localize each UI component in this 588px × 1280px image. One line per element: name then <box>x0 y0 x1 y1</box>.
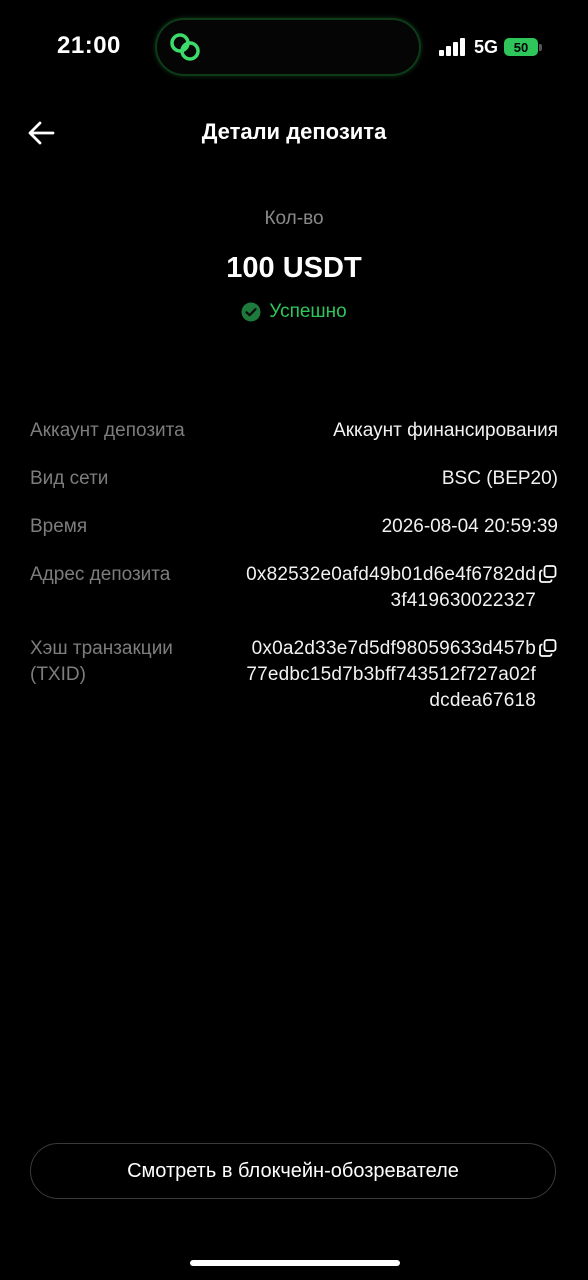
txid-label-line2: (TXID) <box>30 664 86 685</box>
network-value: BSC (BEP20) <box>441 468 558 489</box>
time-value: 2026-08-04 20:59:39 <box>381 516 558 537</box>
detail-row-txid: Хэш транзакции (TXID) 0x0a2d33e7d5df9805… <box>30 636 558 714</box>
detail-row-deposit-account: Аккаунт депозита Аккаунт финансирования <box>30 418 558 444</box>
address-label: Адрес депозита <box>30 564 171 585</box>
page-title: Детали депозита <box>201 119 387 144</box>
header: Детали депозита <box>0 108 588 158</box>
status-badge: Успешно <box>241 301 347 323</box>
status-indicators: 5G 50 <box>438 36 542 58</box>
txid-label-line1: Хэш транзакции <box>30 638 173 659</box>
dynamic-island <box>157 20 419 74</box>
network-label: Вид сети <box>30 468 109 489</box>
check-circle-icon <box>241 302 261 322</box>
battery-level: 50 <box>513 39 529 55</box>
copy-icon[interactable] <box>538 638 558 658</box>
view-in-explorer-button[interactable]: Смотреть в блокчейн-обозревателе <box>30 1143 556 1199</box>
txid-value-container: 0x0a2d33e7d5df98059633d457b77edbc15d7b3b… <box>173 636 558 714</box>
status-bar: 21:00 5G 50 <box>0 0 588 96</box>
txid-label: Хэш транзакции (TXID) <box>30 636 173 688</box>
battery-icon: 50 <box>504 38 538 56</box>
signal-icon <box>438 38 465 56</box>
copy-icon[interactable] <box>538 564 558 584</box>
amount-section: Кол-во 100 USDT Успешно <box>0 208 588 327</box>
network-type: 5G <box>473 36 498 57</box>
details-list: Аккаунт депозита Аккаунт финансирования … <box>30 418 558 736</box>
detail-row-address: Адрес депозита 0x82532e0afd49b01d6e4f678… <box>30 562 558 614</box>
status-text: Успешно <box>269 301 347 322</box>
address-value-container: 0x82532e0afd49b01d6e4f6782dd3f4196300223… <box>170 562 558 614</box>
app-link-icon <box>170 33 200 61</box>
address-value[interactable]: 0x82532e0afd49b01d6e4f6782dd3f4196300223… <box>246 562 536 614</box>
home-indicator[interactable] <box>190 1260 400 1266</box>
amount-value: 100 USDT <box>226 252 362 284</box>
detail-row-network: Вид сети BSC (BEP20) <box>30 466 558 492</box>
deposit-account-label: Аккаунт депозита <box>30 420 185 441</box>
amount-label: Кол-во <box>264 208 324 229</box>
deposit-account-value: Аккаунт финансирования <box>333 420 558 441</box>
detail-row-time: Время 2026-08-04 20:59:39 <box>30 514 558 540</box>
txid-value[interactable]: 0x0a2d33e7d5df98059633d457b77edbc15d7b3b… <box>246 636 536 714</box>
battery-tip <box>539 43 542 51</box>
status-time: 21:00 <box>57 32 121 59</box>
time-label: Время <box>30 516 88 537</box>
